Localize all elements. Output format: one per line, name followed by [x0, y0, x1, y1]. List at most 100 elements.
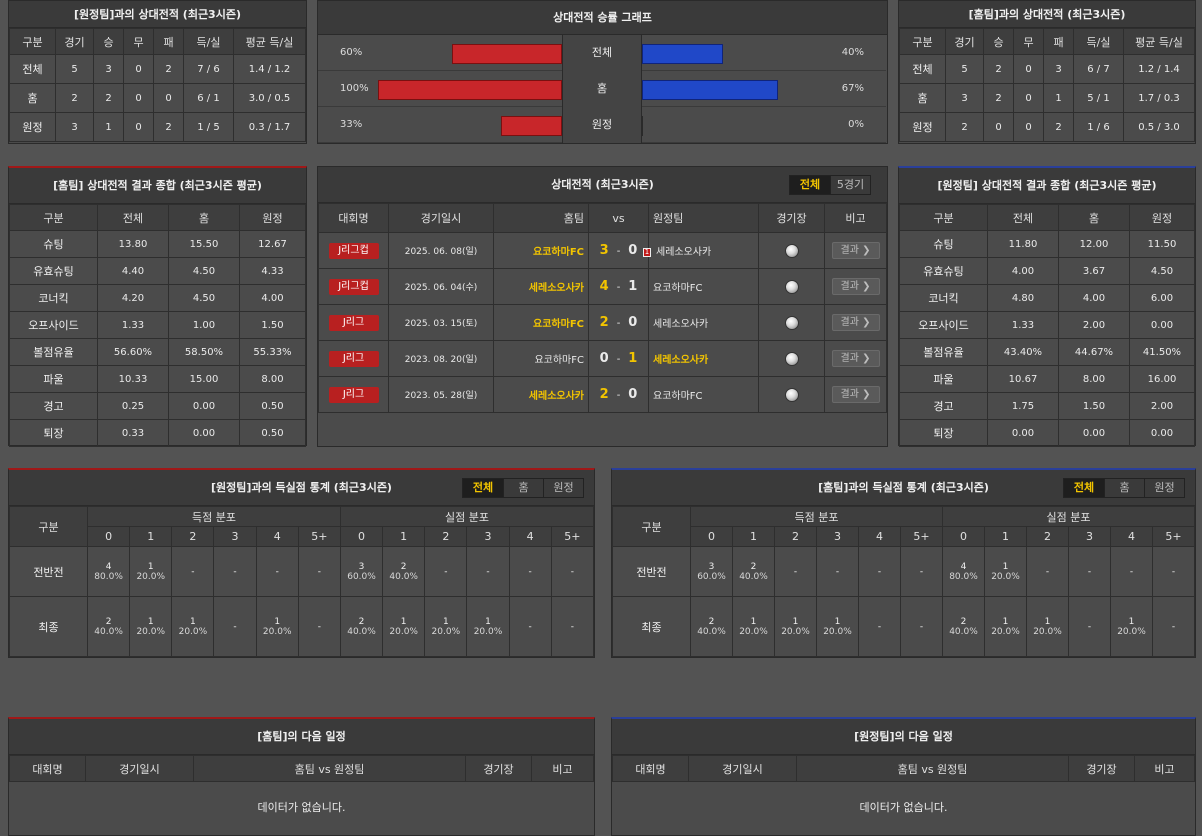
stat-value: 41.50%	[1129, 338, 1195, 366]
tab-5-games[interactable]: 5경기	[830, 176, 870, 194]
tab-home[interactable]: 홈	[503, 479, 543, 497]
goal-bucket-header: 4	[1110, 526, 1153, 547]
tab-all[interactable]: 전체	[463, 479, 503, 497]
h2h-home-panel: [홈팀]과의 상대전적 (최근3시즌) 구분 경기 승 무 패 득/실 평균 득/실 전체 5…	[898, 0, 1196, 144]
stat-value: 1.33	[987, 311, 1059, 339]
distribution-cell: 3 60.0%	[339, 546, 384, 597]
stat-value: 1.50	[239, 311, 306, 339]
soccer-ball-icon[interactable]	[784, 243, 799, 258]
graph-row-label: 전체	[562, 35, 642, 71]
column-header: 비고	[531, 755, 594, 782]
result-button[interactable]: 결과 ❯	[831, 242, 880, 259]
result-button[interactable]: 결과 ❯	[831, 350, 880, 367]
stat-value: 0.00	[168, 392, 240, 420]
stat-value: 2	[153, 54, 184, 84]
match-row: J리그컵 2025. 06. 04(수) 세레소오사카 4-1 요코하마FC 결과 ❯	[318, 268, 887, 305]
row-label: 슈팅	[9, 230, 98, 258]
distribution-cell: 1 20.0%	[984, 596, 1027, 657]
result-button[interactable]: 결과 ❯	[831, 314, 880, 331]
column-header: 평균 득/실	[1123, 28, 1195, 55]
winrate-graph-title: 상대전적 승률 그래프	[318, 1, 887, 35]
count: -	[1087, 566, 1092, 577]
stat-value: 1.75	[987, 392, 1059, 420]
score-cell: 0-1	[588, 340, 649, 377]
tab-home[interactable]: 홈	[1104, 479, 1144, 497]
stat-value: 0.00	[1058, 419, 1130, 447]
row-label: 전체	[899, 54, 946, 84]
count: 1	[400, 616, 407, 627]
goal-bucket-header: 2	[1026, 526, 1069, 547]
stat-value: 11.80	[987, 230, 1059, 258]
count: 1	[190, 616, 196, 627]
tab-all[interactable]: 전체	[790, 176, 830, 194]
tab-all[interactable]: 전체	[1064, 479, 1104, 497]
stat-value: 0	[1013, 83, 1044, 113]
row-label: 전반전	[9, 546, 88, 597]
result-button[interactable]: 결과 ❯	[831, 386, 880, 403]
stat-value: 0	[123, 54, 154, 84]
table-row: 최종 2 40.0% 1 20.0% 1 20.0% 1 20.0% - -2 40.0% 1 20.0%…	[612, 596, 1195, 657]
row-label: 볼점유율	[899, 338, 988, 366]
soccer-ball-icon[interactable]	[784, 279, 799, 294]
column-header: 전체	[987, 204, 1059, 231]
count: 2	[358, 616, 365, 627]
distribution-cell: 3 60.0%	[690, 546, 733, 597]
goal-bucket-header: 5+	[550, 526, 595, 547]
soccer-ball-icon[interactable]	[784, 315, 799, 330]
note-cell: 결과 ❯	[824, 232, 887, 269]
score-separator: -	[616, 318, 621, 329]
stat-value: 10.33	[97, 365, 169, 393]
count: -	[486, 566, 490, 577]
stat-value: 0.25	[97, 392, 169, 420]
tab-away[interactable]: 원정	[1144, 479, 1184, 497]
distribution-cell: 1 20.0%	[816, 596, 859, 657]
column-header: 평균 득/실	[233, 28, 306, 55]
goals-right-title-bar: [홈팀]과의 득실점 통계 (최근3시즌) 전체 홈 원정	[612, 470, 1195, 506]
stat-value: 4.33	[239, 257, 306, 285]
soccer-ball-icon[interactable]	[784, 387, 799, 402]
stat-value: 3	[55, 112, 94, 142]
matches-title-bar: 상대전적 (최근3시즌) 전체 5경기	[318, 167, 887, 203]
next-home-table: 대회명 경기일시 홈팀 vs 원정팀 경기장 비고	[9, 755, 594, 782]
tab-away[interactable]: 원정	[543, 479, 583, 497]
percent: 60.0%	[697, 571, 726, 582]
column-header: 구분	[899, 204, 988, 231]
row-label: 원정	[899, 112, 946, 142]
stat-value: 0	[123, 83, 154, 113]
stat-value: 4.40	[97, 257, 169, 285]
soccer-ball-icon[interactable]	[784, 351, 799, 366]
goal-bucket-header: 5+	[297, 526, 341, 547]
home-win-rate: 100%	[340, 83, 369, 94]
distribution-cell: 1 20.0%	[1026, 596, 1069, 657]
distribution-cell: -	[1110, 546, 1153, 597]
note-cell: 결과 ❯	[824, 268, 887, 305]
row-label: 파울	[9, 365, 98, 393]
column-header: 대회명	[612, 755, 689, 782]
distribution-cell: -	[858, 596, 901, 657]
home-score: 3	[599, 243, 609, 258]
row-label: 전반전	[612, 546, 691, 597]
goal-bucket-header: 0	[339, 526, 384, 547]
percent: 20.0%	[991, 626, 1020, 637]
stat-value: 6.00	[1129, 284, 1195, 312]
distribution-cell: -	[1152, 546, 1195, 597]
count: 2	[105, 616, 112, 627]
summary-home-title: [홈팀] 상대전적 결과 종합 (최근3시즌 평균)	[9, 168, 306, 204]
table-row: 퇴장 0.33 0.00 0.50	[9, 419, 306, 447]
percent: 20.0%	[823, 626, 852, 637]
stat-value: 13.80	[97, 230, 169, 258]
stat-value: 1.33	[97, 311, 169, 339]
percent: 80.0%	[94, 571, 123, 582]
col-note: 비고	[824, 203, 887, 233]
stat-value: 6 / 7	[1073, 54, 1124, 84]
scored-group-header: 득점 분포	[690, 506, 943, 527]
match-date: 2023. 08. 20(일)	[388, 340, 494, 377]
goal-bucket-header: 1	[382, 526, 426, 547]
result-button[interactable]: 결과 ❯	[831, 278, 880, 295]
goal-bucket-header: 0	[942, 526, 985, 547]
row-label: 오프사이드	[9, 311, 98, 339]
count: -	[233, 566, 237, 577]
column-header: 패	[1043, 28, 1074, 55]
count: -	[919, 566, 924, 577]
distribution-cell: -	[1152, 596, 1195, 657]
